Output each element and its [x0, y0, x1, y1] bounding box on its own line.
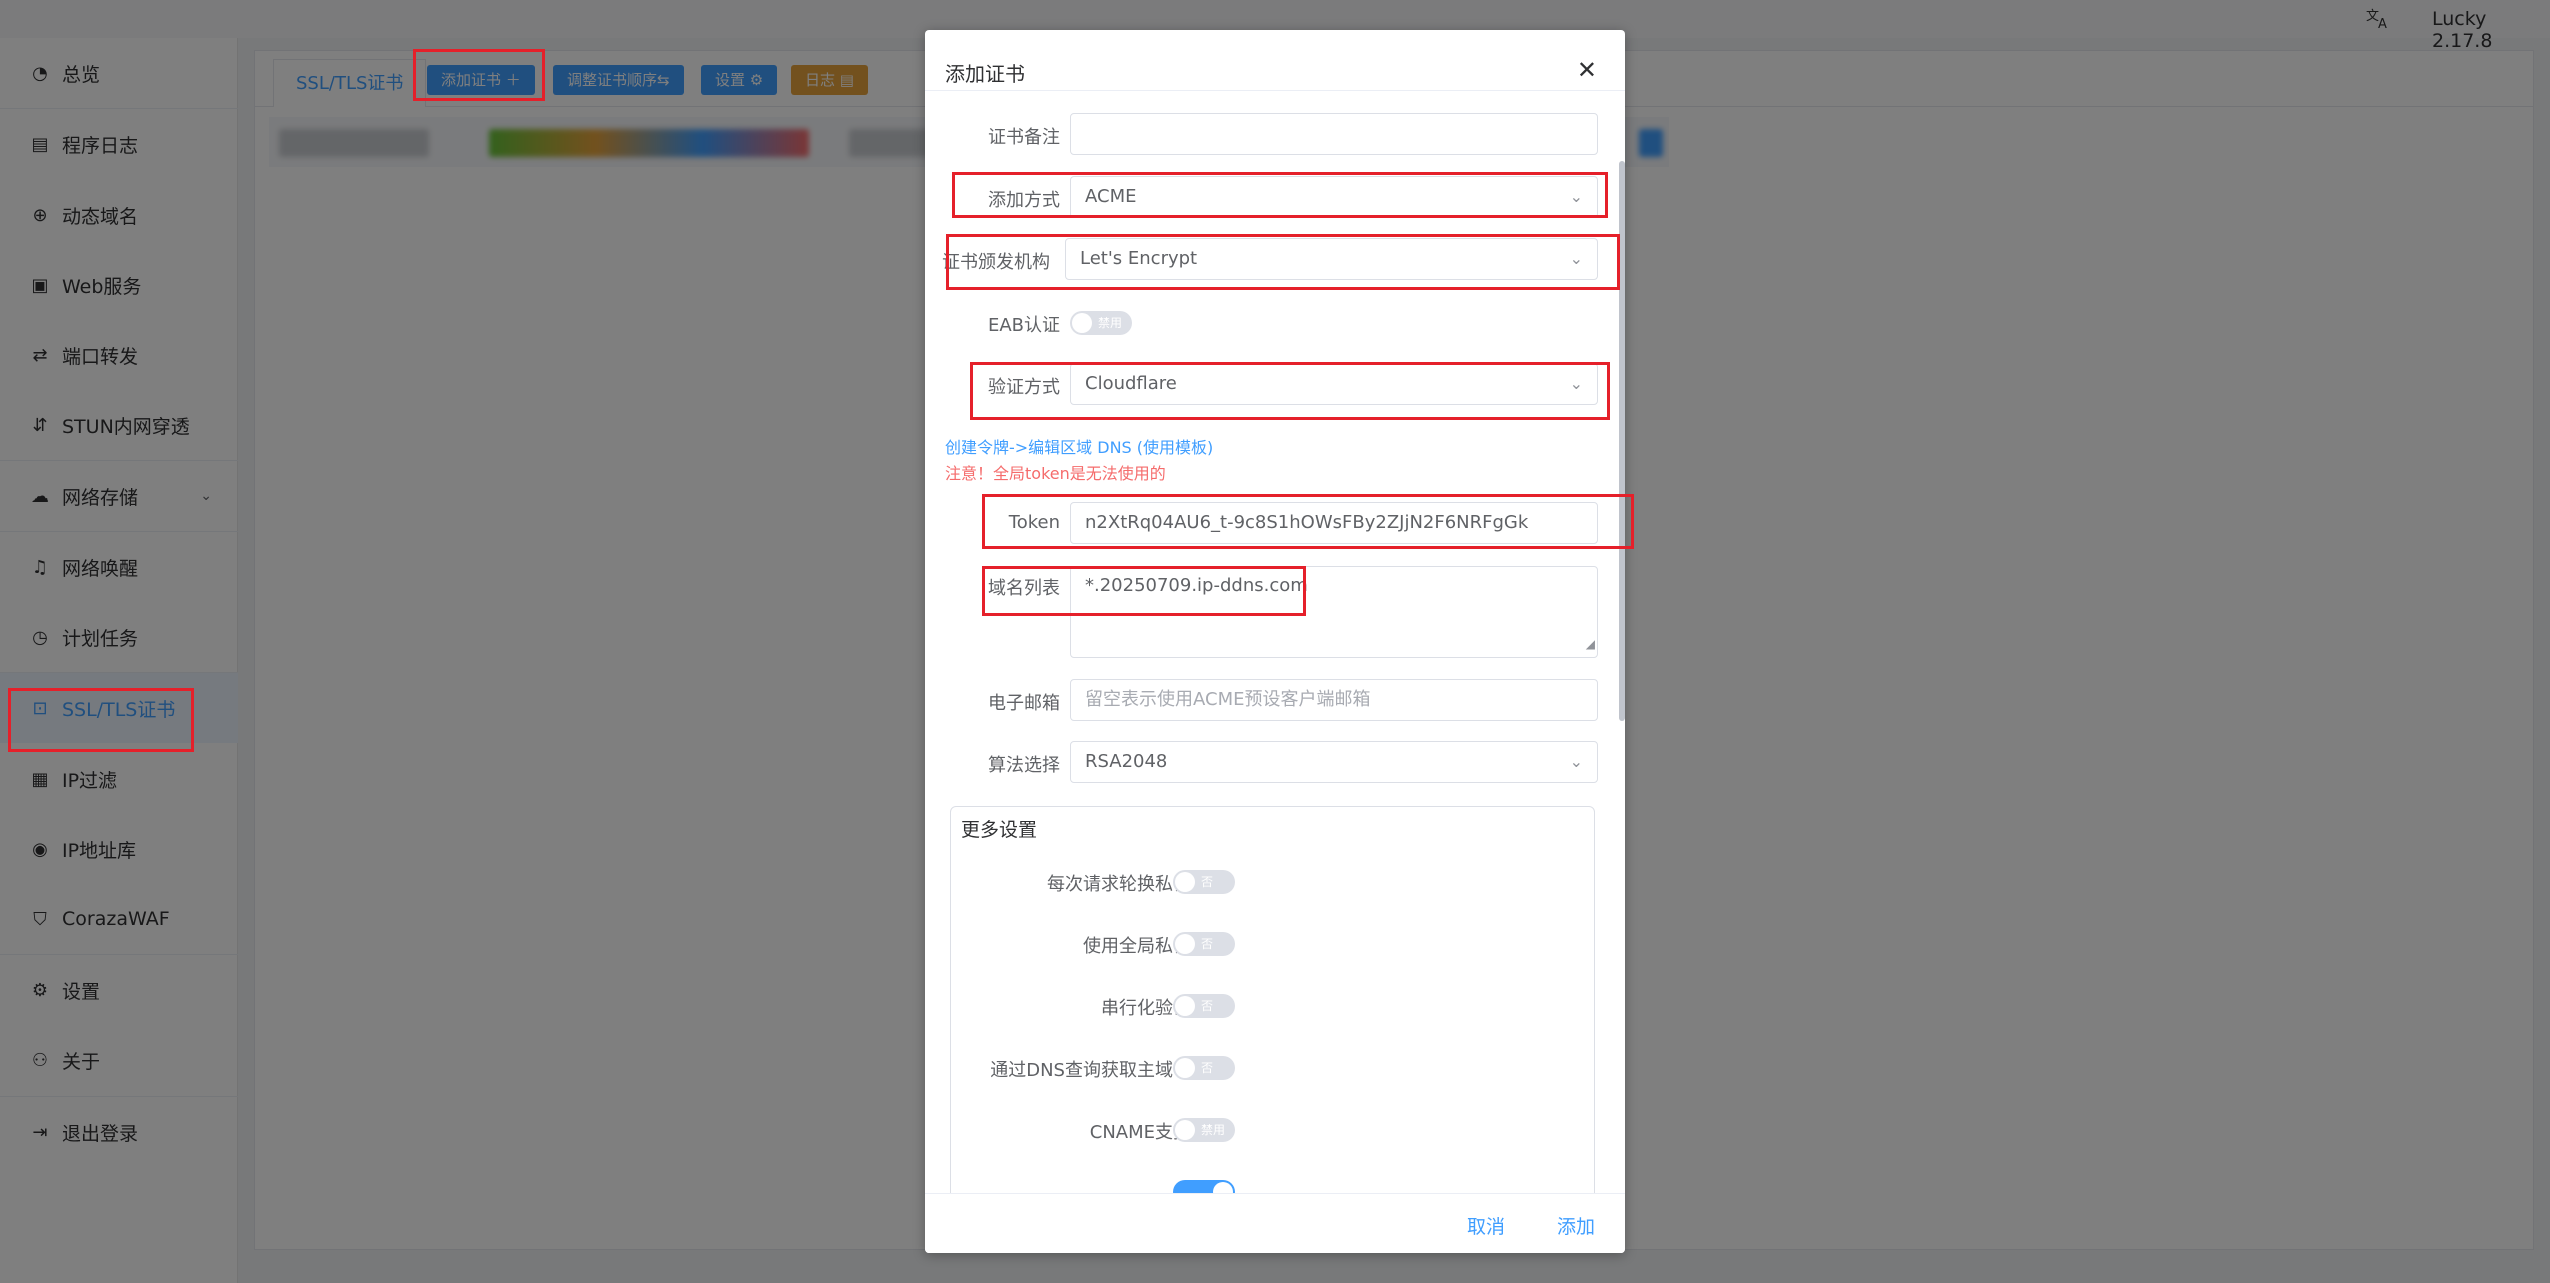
algo-label: 算法选择 [988, 755, 1060, 776]
serial-verify-switch[interactable]: 否 [1173, 994, 1235, 1018]
more-settings-panel: 更多设置 每次请求轮换私钥 否 使用全局私钥 否 串行化验证 否 通过DNS查询… [950, 806, 1595, 1212]
verify-label: 验证方式 [988, 377, 1060, 398]
token-label: Token [1008, 512, 1060, 533]
cancel-button[interactable]: 取消 [1467, 1212, 1505, 1239]
eab-label: EAB认证 [987, 315, 1060, 336]
dialog-footer: 取消 添加 [925, 1193, 1625, 1253]
ca-select[interactable]: Let's Encrypt ⌄ [1065, 238, 1598, 280]
email-input[interactable]: 留空表示使用ACME预设客户端邮箱 [1070, 679, 1598, 721]
chevron-down-icon: ⌄ [1569, 752, 1583, 771]
algo-select[interactable]: RSA2048 ⌄ [1070, 741, 1598, 783]
dialog-body: 证书备注 添加方式 ACME ⌄ 证书颁发机构 Let's Encrypt ⌄ EA… [925, 90, 1625, 1212]
more-settings-title: 更多设置 [961, 819, 1038, 841]
dialog-scrollbar[interactable] [1619, 161, 1625, 721]
global-key-label: 使用全局私钥 [1083, 936, 1191, 957]
serial-verify-label: 串行化验证 [1101, 998, 1191, 1019]
eab-switch[interactable]: 禁用 [1070, 311, 1132, 335]
verify-select[interactable]: Cloudflare ⌄ [1070, 363, 1598, 405]
global-key-switch[interactable]: 否 [1173, 932, 1235, 956]
confirm-add-button[interactable]: 添加 [1557, 1212, 1595, 1239]
rotate-key-label: 每次请求轮换私钥 [1047, 874, 1191, 895]
chevron-down-icon: ⌄ [1569, 374, 1583, 393]
add-method-select[interactable]: ACME ⌄ [1070, 176, 1598, 218]
resize-grip-icon[interactable]: ◢ [1586, 631, 1595, 657]
remark-label: 证书备注 [988, 127, 1060, 148]
dialog-title: 添加证书 [945, 62, 1025, 86]
create-token-link[interactable]: 创建令牌->编辑区域 DNS (使用模板) [945, 434, 1213, 458]
dns-root-domain-label: 通过DNS查询获取主域名 [990, 1060, 1191, 1081]
add-method-label: 添加方式 [988, 190, 1060, 211]
add-cert-dialog: 添加证书 ✕ 证书备注 添加方式 ACME ⌄ 证书颁发机构 Let's Encr… [925, 30, 1625, 1253]
dns-root-domain-switch[interactable]: 否 [1173, 1056, 1235, 1080]
remark-input[interactable] [1070, 113, 1598, 155]
cname-support-label: CNAME支持 [1089, 1122, 1191, 1143]
ca-label: 证书颁发机构 [942, 252, 1050, 273]
rotate-key-switch[interactable]: 否 [1173, 870, 1235, 894]
chevron-down-icon: ⌄ [1569, 249, 1583, 268]
domains-label: 域名列表 [988, 578, 1060, 599]
close-icon[interactable]: ✕ [1577, 56, 1597, 84]
domains-textarea[interactable]: *.20250709.ip-ddns.com ◢ [1070, 566, 1598, 658]
email-label: 电子邮箱 [988, 693, 1060, 714]
cname-support-switch[interactable]: 禁用 [1173, 1118, 1235, 1142]
token-input[interactable]: n2XtRq04AU6_t-9c8S1hOWsFBy2ZJjN2F6NRFgGk [1070, 502, 1598, 544]
chevron-down-icon: ⌄ [1569, 187, 1583, 206]
token-warning: 注意！全局token是无法使用的 [945, 464, 1166, 483]
